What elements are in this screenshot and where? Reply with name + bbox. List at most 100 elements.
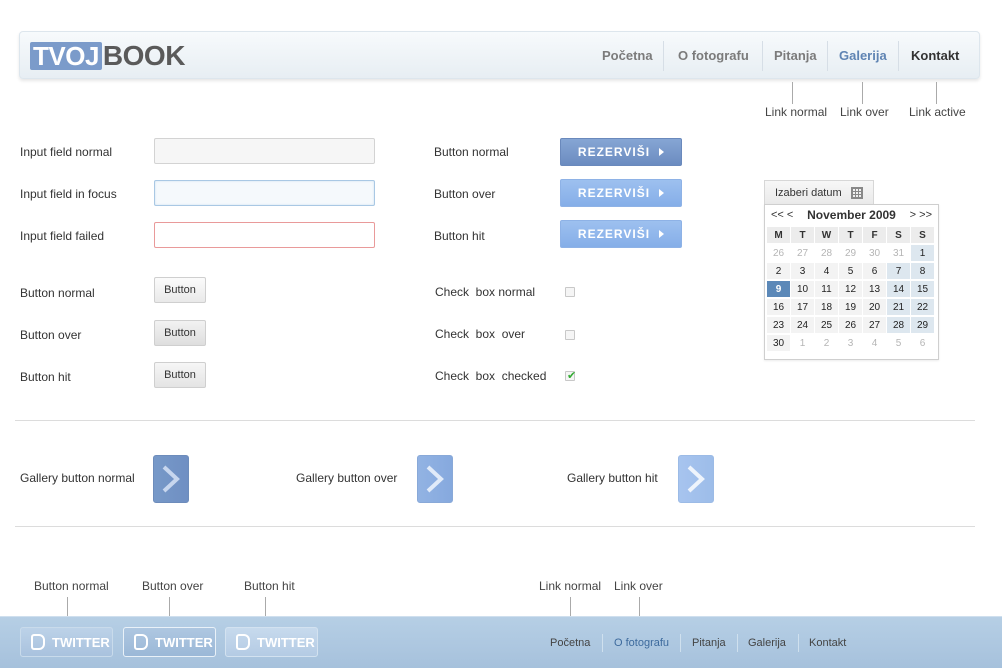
calendar-day[interactable]: 26 (767, 245, 790, 261)
calendar-day[interactable]: 16 (767, 299, 790, 315)
footer-nav-separator (680, 634, 681, 652)
calendar-day[interactable]: 23 (767, 317, 790, 333)
calendar-day[interactable]: 4 (815, 263, 838, 279)
calendar-day[interactable]: 27 (791, 245, 814, 261)
calendar-next-button[interactable]: > >> (910, 209, 932, 221)
annotation-link-normal: Link normal (765, 105, 828, 119)
rezervisi-label: REZERVIŠI (577, 227, 651, 241)
calendar-prev-button[interactable]: << < (771, 209, 793, 221)
annotation-link-over: Link over (614, 579, 663, 593)
nav-link-kontakt[interactable]: Kontakt (911, 48, 959, 63)
calendar-toggle-tab[interactable]: Izaberi datum (764, 180, 874, 205)
calendar-day[interactable]: 12 (839, 281, 862, 297)
calendar-day[interactable]: 26 (839, 317, 862, 333)
annotation-button-over: Button over (142, 579, 204, 593)
calendar-day[interactable]: 5 (887, 335, 910, 351)
annotation-button-hit: Button hit (244, 579, 295, 593)
calendar-day[interactable]: 10 (791, 281, 814, 297)
label-gallery-over: Gallery button over (296, 471, 398, 485)
footer-link-pitanja[interactable]: Pitanja (692, 637, 726, 649)
calendar-day[interactable]: 5 (839, 263, 862, 279)
calendar-day[interactable]: 17 (791, 299, 814, 315)
calendar-day[interactable]: 28 (815, 245, 838, 261)
label-rez-normal: Button normal (434, 145, 509, 159)
gallery-next-button-hit[interactable] (678, 455, 714, 503)
twitter-button-over[interactable]: TWITTER (123, 627, 216, 657)
button-hit[interactable]: Button (154, 362, 206, 388)
checkbox-normal[interactable] (565, 287, 575, 297)
calendar-day[interactable]: 7 (887, 263, 910, 279)
button-normal[interactable]: Button (154, 277, 206, 303)
calendar-day[interactable]: 13 (863, 281, 886, 297)
annotation-line (862, 82, 863, 104)
calendar-day[interactable]: 6 (863, 263, 886, 279)
calendar-day[interactable]: 19 (839, 299, 862, 315)
calendar-day[interactable]: 28 (887, 317, 910, 333)
footer-link-galerija[interactable]: Galerija (748, 637, 786, 649)
calendar-weekday: S (887, 227, 910, 243)
calendar-day[interactable]: 31 (887, 245, 910, 261)
label-checkbox-checked: Check box checked (435, 369, 547, 383)
annotation-line (936, 82, 937, 104)
calendar-weekday: W (815, 227, 838, 243)
footer-link-pocetna[interactable]: Početna (550, 637, 590, 649)
gallery-next-button-normal[interactable] (153, 455, 189, 503)
nav-separator (898, 41, 899, 71)
calendar-day[interactable]: 3 (839, 335, 862, 351)
calendar-day[interactable]: 1 (791, 335, 814, 351)
annotation-link-active: Link active (909, 105, 966, 119)
nav-link-pitanja[interactable]: Pitanja (774, 48, 817, 63)
nav-link-pocetna[interactable]: Početna (602, 48, 653, 63)
logo[interactable]: TVOJ BOOK (30, 40, 186, 71)
logo-part-2: BOOK (102, 40, 186, 71)
gallery-next-button-over[interactable] (417, 455, 453, 503)
calendar-day[interactable]: 29 (839, 245, 862, 261)
rezervisi-button-normal[interactable]: REZERVIŠI (560, 138, 682, 166)
rezervisi-button-hit[interactable]: REZERVIŠI (560, 220, 682, 248)
checkbox-checked[interactable]: ✔ (565, 370, 576, 382)
chevron-right-icon (687, 465, 705, 493)
calendar-day[interactable]: 18 (815, 299, 838, 315)
button-over[interactable]: Button (154, 320, 206, 346)
play-arrow-icon (659, 148, 665, 156)
calendar-day[interactable]: 14 (887, 281, 910, 297)
label-gallery-normal: Gallery button normal (20, 471, 135, 485)
calendar-day[interactable]: 15 (911, 281, 934, 297)
calendar-day[interactable]: 30 (863, 245, 886, 261)
calendar-day[interactable]: 21 (887, 299, 910, 315)
calendar-day[interactable]: 20 (863, 299, 886, 315)
input-normal[interactable] (154, 138, 375, 164)
footer-link-kontakt[interactable]: Kontakt (809, 637, 846, 649)
calendar-day[interactable]: 27 (863, 317, 886, 333)
input-failed[interactable] (154, 222, 375, 248)
calendar-day[interactable]: 2 (767, 263, 790, 279)
calendar-day[interactable]: 1 (911, 245, 934, 261)
calendar-day[interactable]: 9 (767, 281, 790, 297)
calendar-tab-label: Izaberi datum (775, 187, 842, 199)
checkbox-over[interactable] (565, 330, 575, 340)
calendar-day[interactable]: 22 (911, 299, 934, 315)
nav-separator (827, 41, 828, 71)
twitter-button-hit[interactable]: TWITTER (225, 627, 318, 657)
nav-separator (663, 41, 664, 71)
twitter-icon (134, 634, 148, 650)
rezervisi-button-over[interactable]: REZERVIŠI (560, 179, 682, 207)
calendar-day[interactable]: 2 (815, 335, 838, 351)
calendar-day[interactable]: 3 (791, 263, 814, 279)
calendar-day[interactable]: 11 (815, 281, 838, 297)
nav-link-galerija[interactable]: Galerija (839, 48, 887, 63)
calendar-day[interactable]: 25 (815, 317, 838, 333)
nav-link-o-fotografu[interactable]: O fotografu (678, 48, 749, 63)
calendar-day[interactable]: 24 (791, 317, 814, 333)
twitter-label: TWITTER (257, 634, 315, 650)
footer-link-o-fotografu[interactable]: O fotografu (614, 637, 669, 649)
calendar-day[interactable]: 30 (767, 335, 790, 351)
calendar-day[interactable]: 6 (911, 335, 934, 351)
calendar-day[interactable]: 8 (911, 263, 934, 279)
rezervisi-label: REZERVIŠI (577, 145, 651, 159)
input-focus[interactable] (154, 180, 375, 206)
calendar-day[interactable]: 4 (863, 335, 886, 351)
calendar-day[interactable]: 29 (911, 317, 934, 333)
twitter-button-normal[interactable]: TWITTER (20, 627, 113, 657)
label-input-normal: Input field normal (20, 145, 113, 159)
